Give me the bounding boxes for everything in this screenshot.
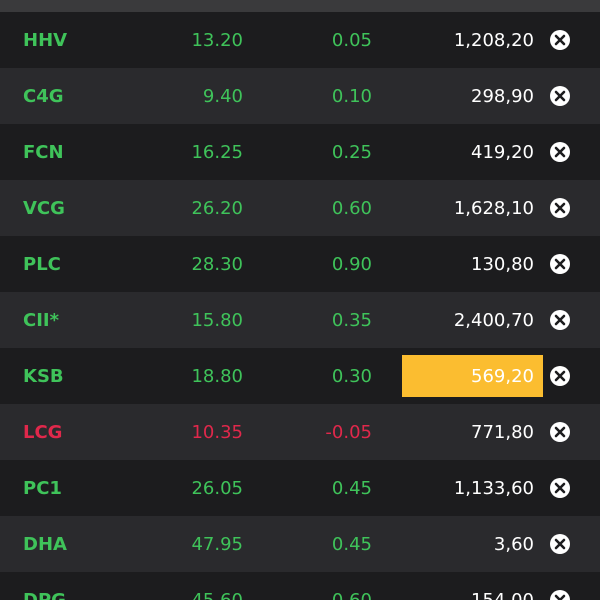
stock-symbol: VCG — [23, 197, 65, 219]
stock-change: -0.05 — [325, 421, 372, 443]
stock-price: 26.20 — [191, 197, 243, 219]
stock-price: 45.60 — [191, 589, 243, 600]
stock-row[interactable]: DHA 47.95 0.45 3,60 — [0, 516, 600, 572]
stock-volume: 298,90 — [471, 85, 534, 107]
stock-symbol: DPG — [23, 589, 66, 600]
stock-symbol: CII* — [23, 309, 60, 331]
stock-change: 0.30 — [331, 365, 372, 387]
stock-row[interactable]: HHV 13.20 0.05 1,208,20 — [0, 12, 600, 68]
remove-icon[interactable] — [549, 533, 571, 555]
stock-change: 0.10 — [331, 85, 372, 107]
remove-icon[interactable] — [549, 365, 571, 387]
stock-volume: 1,133,60 — [453, 477, 534, 499]
stock-row[interactable]: KSB 18.80 0.30 569,20 — [0, 348, 600, 404]
stock-row[interactable]: PC1 26.05 0.45 1,133,60 — [0, 460, 600, 516]
stock-price: 26.05 — [191, 477, 243, 499]
stock-change: 0.60 — [331, 589, 372, 600]
stock-row[interactable]: C4G 9.40 0.10 298,90 — [0, 68, 600, 124]
stock-symbol: PC1 — [23, 477, 62, 499]
stock-volume: 569,20 — [471, 365, 534, 387]
stock-volume: 130,80 — [471, 253, 534, 275]
stock-symbol: LCG — [23, 421, 63, 443]
stock-price: 47.95 — [191, 533, 243, 555]
remove-icon[interactable] — [549, 253, 571, 275]
stock-price: 10.35 — [191, 421, 243, 443]
stock-price: 28.30 — [191, 253, 243, 275]
stock-volume: 154,00 — [471, 589, 534, 600]
stock-row[interactable]: CII* 15.80 0.35 2,400,70 — [0, 292, 600, 348]
remove-icon[interactable] — [549, 141, 571, 163]
stock-change: 0.25 — [331, 141, 372, 163]
stock-volume: 1,628,10 — [453, 197, 534, 219]
remove-icon[interactable] — [549, 85, 571, 107]
remove-icon[interactable] — [549, 29, 571, 51]
stock-volume: 771,80 — [471, 421, 534, 443]
remove-icon[interactable] — [549, 421, 571, 443]
remove-icon[interactable] — [549, 589, 571, 600]
stock-price: 13.20 — [191, 29, 243, 51]
top-bar — [0, 0, 600, 12]
stock-row[interactable]: FCN 16.25 0.25 419,20 — [0, 124, 600, 180]
stock-change: 0.60 — [331, 197, 372, 219]
stock-volume: 419,20 — [471, 141, 534, 163]
stock-price: 9.40 — [202, 85, 243, 107]
stock-row[interactable]: LCG 10.35 -0.05 771,80 — [0, 404, 600, 460]
stock-change: 0.45 — [331, 533, 372, 555]
stock-symbol: C4G — [23, 85, 64, 107]
stock-symbol: HHV — [23, 29, 68, 51]
stock-change: 0.45 — [331, 477, 372, 499]
stock-change: 0.05 — [331, 29, 372, 51]
stock-price: 16.25 — [191, 141, 243, 163]
stock-price: 15.80 — [191, 309, 243, 331]
stock-price: 18.80 — [191, 365, 243, 387]
stock-symbol: DHA — [23, 533, 67, 555]
stock-row[interactable]: VCG 26.20 0.60 1,628,10 — [0, 180, 600, 236]
stock-volume: 1,208,20 — [453, 29, 534, 51]
stock-change: 0.35 — [331, 309, 372, 331]
remove-icon[interactable] — [549, 477, 571, 499]
remove-icon[interactable] — [549, 197, 571, 219]
stock-row[interactable]: PLC 28.30 0.90 130,80 — [0, 236, 600, 292]
stock-change: 0.90 — [331, 253, 372, 275]
stock-volume: 2,400,70 — [453, 309, 534, 331]
stock-symbol: FCN — [23, 141, 64, 163]
remove-icon[interactable] — [549, 309, 571, 331]
stock-volume: 3,60 — [493, 533, 534, 555]
stock-symbol: PLC — [23, 253, 61, 275]
stock-row[interactable]: DPG 45.60 0.60 154,00 — [0, 572, 600, 600]
stock-watchlist: HHV 13.20 0.05 1,208,20 C4G 9.40 0.10 298,90 FCN… — [0, 12, 600, 600]
stock-symbol: KSB — [23, 365, 64, 387]
